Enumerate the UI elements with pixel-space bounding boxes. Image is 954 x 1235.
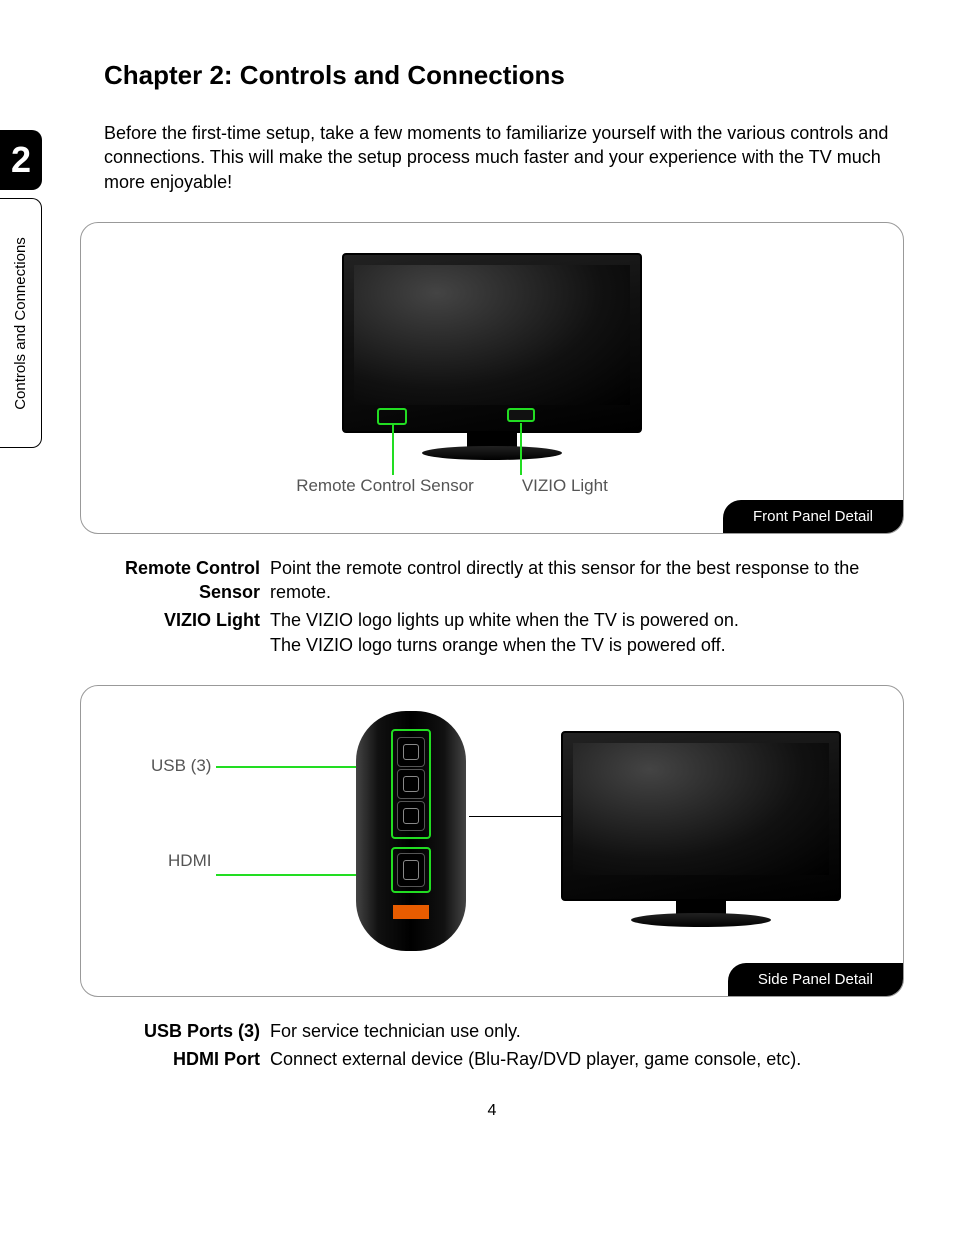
usb-port-icon	[397, 769, 425, 799]
def-term: HDMI Port	[80, 1047, 270, 1071]
side-label-usb: USB (3)	[151, 756, 211, 776]
def-desc: Point the remote control directly at thi…	[270, 556, 904, 605]
front-label-light: VIZIO Light	[522, 476, 608, 496]
chapter-title: Chapter 2: Controls and Connections	[104, 60, 904, 91]
port-strip-illustration	[356, 711, 466, 951]
vizio-light-highlight-icon	[507, 408, 535, 422]
side-label-hdmi: HDMI	[151, 851, 211, 871]
usb-ports-highlight-icon	[391, 729, 431, 839]
side-panel-figure: USB (3) HDMI	[80, 685, 904, 997]
hdmi-port-highlight-icon	[391, 847, 431, 893]
def-desc: The VIZIO logo lights up white when the …	[270, 608, 904, 657]
hdmi-port-icon	[397, 853, 425, 887]
def-term: Remote Control Sensor	[80, 556, 270, 605]
usb-port-icon	[397, 737, 425, 767]
side-panel-badge: Side Panel Detail	[728, 963, 903, 996]
def-term: VIZIO Light	[80, 608, 270, 657]
sensor-highlight-icon	[377, 408, 407, 425]
page-number: 4	[80, 1102, 904, 1120]
intro-paragraph: Before the first-time setup, take a few …	[104, 121, 904, 194]
usb-port-icon	[397, 801, 425, 831]
front-definitions: Remote Control Sensor Point the remote c…	[80, 556, 904, 657]
def-desc: Connect external device (Blu-Ray/DVD pla…	[270, 1047, 904, 1071]
front-label-sensor: Remote Control Sensor	[296, 476, 474, 496]
front-panel-figure: Remote Control Sensor VIZIO Light Front …	[80, 222, 904, 534]
side-definitions: USB Ports (3) For service technician use…	[80, 1019, 904, 1072]
def-desc: For service technician use only.	[270, 1019, 904, 1043]
def-term: USB Ports (3)	[80, 1019, 270, 1043]
front-panel-badge: Front Panel Detail	[723, 500, 903, 533]
tv-side-illustration	[561, 731, 841, 921]
tv-front-illustration	[342, 253, 642, 453]
hdmi-tag-icon	[393, 905, 429, 919]
